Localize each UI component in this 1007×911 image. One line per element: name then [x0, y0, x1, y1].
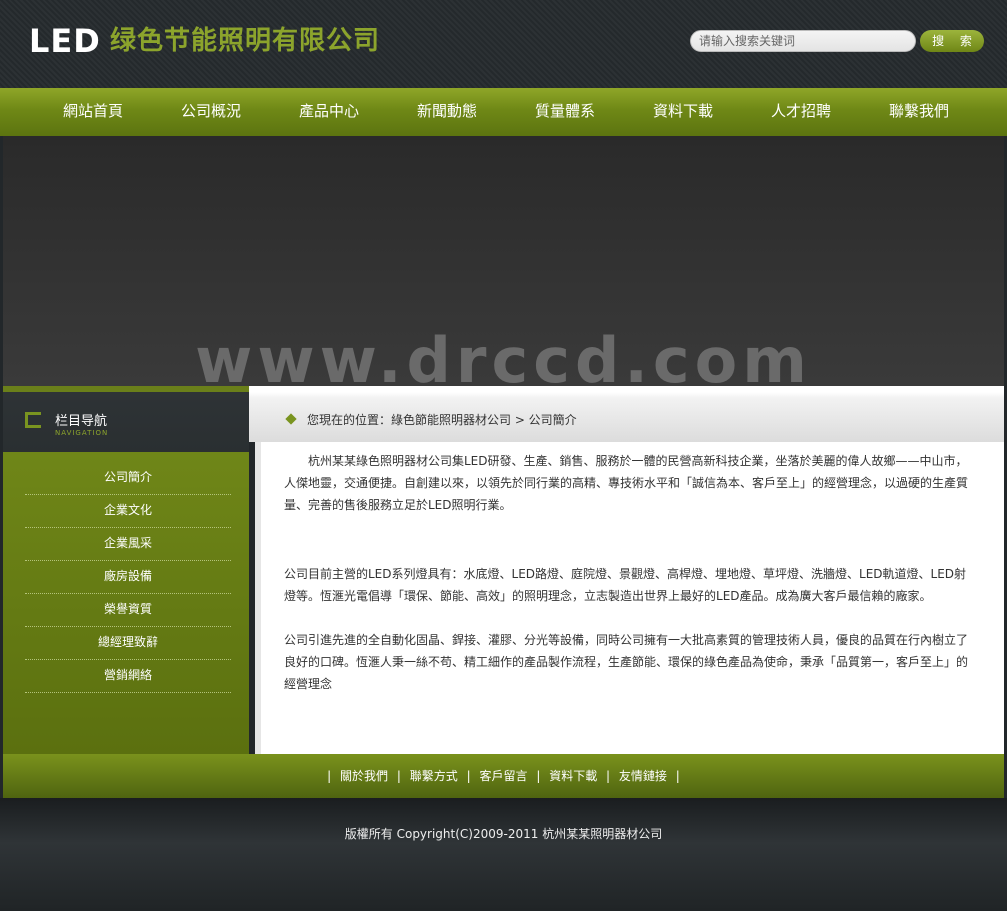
sidebar-item-honors[interactable]: 榮譽資質 — [25, 594, 231, 627]
nav-item-home[interactable]: 網站首頁 — [34, 88, 152, 136]
diamond-icon — [285, 413, 297, 425]
header: LED 绿色节能照明有限公司 搜 索 — [0, 0, 1007, 88]
copyright-text: 版權所有 Copyright(C)2009-2011 杭州某某照明器材公司 — [344, 827, 663, 841]
sidebar-item-gm-speech[interactable]: 總經理致辭 — [25, 627, 231, 660]
banner: www.drccd.com — [3, 136, 1004, 386]
sidebar-item-sales-network[interactable]: 營銷網絡 — [25, 660, 231, 693]
footer-link-friend-links[interactable]: 友情鏈接 — [619, 769, 667, 783]
footer-separator: | — [536, 769, 541, 783]
sidebar-item-corporate-culture[interactable]: 企業文化 — [25, 495, 231, 528]
footer-link-guestbook[interactable]: 客戶留言 — [479, 769, 527, 783]
bracket-icon — [25, 412, 41, 428]
sidebar-item-corporate-style[interactable]: 企業風采 — [25, 528, 231, 561]
breadcrumb: 您現在的位置：綠色節能照明器材公司 > 公司簡介 — [307, 413, 577, 427]
content-paragraph: 公司引進先進的全自動化固晶、銲接、灌膠、分光等設備，同時公司擁有一大批高素質的管… — [284, 633, 969, 691]
logo-company-name[interactable]: 绿色节能照明有限公司 — [110, 24, 380, 58]
main-nav: 網站首頁 公司概況 產品中心 新聞動態 質量體系 資料下載 人才招聘 聯繫我們 — [0, 88, 1007, 136]
sidebar-item-facilities[interactable]: 廠房設備 — [25, 561, 231, 594]
logo-led[interactable]: LED — [29, 22, 101, 60]
nav-item-jobs[interactable]: 人才招聘 — [742, 88, 860, 136]
nav-item-contact[interactable]: 聯繫我們 — [860, 88, 978, 136]
sidebar-menu: 公司簡介 企業文化 企業風采 廠房設備 榮譽資質 總經理致辭 營銷網絡 — [3, 452, 249, 754]
sidebar-subtitle: NAVIGATION — [55, 429, 109, 437]
nav-item-quality[interactable]: 質量體系 — [506, 88, 624, 136]
sidebar-item-company-profile[interactable]: 公司簡介 — [25, 462, 231, 495]
footer-links: | 關於我們 | 聯繫方式 | 客戶留言 | 資料下載 | 友情鏈接 | — [3, 754, 1004, 798]
footer-link-downloads[interactable]: 資料下載 — [549, 769, 597, 783]
main-content: 杭州某某綠色照明器材公司集LED研發、生產、銷售、服務於一體的民營高新科技企業，… — [255, 442, 1004, 754]
footer-separator: | — [466, 769, 471, 783]
footer-separator: | — [675, 769, 680, 783]
content-paragraph: 杭州某某綠色照明器材公司集LED研發、生產、銷售、服務於一體的民營高新科技企業，… — [284, 454, 969, 512]
nav-item-products[interactable]: 產品中心 — [270, 88, 388, 136]
sidebar-title: 栏目导航 — [55, 414, 108, 429]
breadcrumb-bar: 您現在的位置：綠色節能照明器材公司 > 公司簡介 — [249, 386, 1004, 442]
search-button[interactable]: 搜 索 — [920, 30, 984, 52]
nav-item-news[interactable]: 新聞動態 — [388, 88, 506, 136]
footer-separator: | — [327, 769, 332, 783]
footer-separator: | — [606, 769, 611, 783]
footer-separator: | — [396, 769, 401, 783]
footer-link-contact-info[interactable]: 聯繫方式 — [410, 769, 458, 783]
nav-item-downloads[interactable]: 資料下載 — [624, 88, 742, 136]
content-paragraph: 公司目前主營的LED系列燈具有：水底燈、LED路燈、庭院燈、景觀燈、高桿燈、埋地… — [284, 567, 967, 603]
nav-item-company-overview[interactable]: 公司概況 — [152, 88, 270, 136]
footer: 版權所有 Copyright(C)2009-2011 杭州某某照明器材公司 — [0, 798, 1007, 911]
search-input[interactable] — [690, 30, 916, 52]
sidebar-header: 栏目导航 NAVIGATION — [3, 386, 249, 452]
watermark-text: www.drccd.com — [195, 324, 812, 387]
footer-link-about[interactable]: 關於我們 — [340, 769, 388, 783]
